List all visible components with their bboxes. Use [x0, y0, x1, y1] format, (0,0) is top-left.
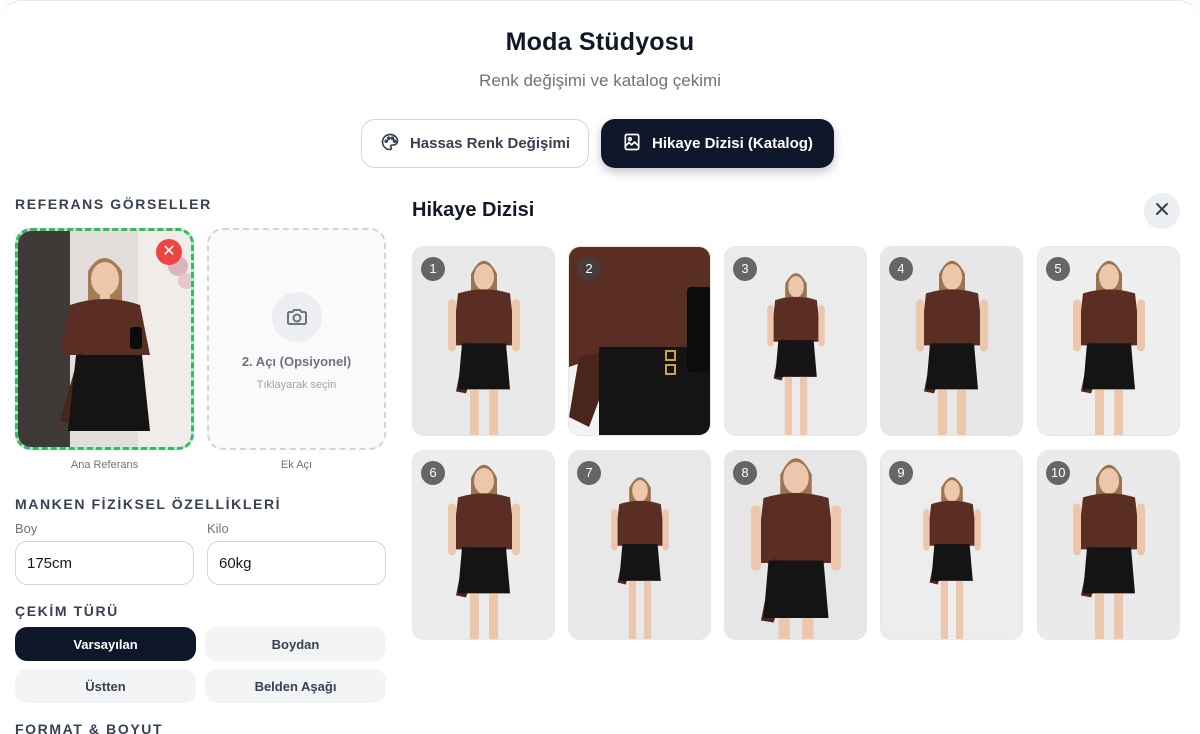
shot-type-section-label: ÇEKİM TÜRÜ [15, 603, 119, 619]
references-section-label: REFERANS GÖRSELLER [15, 196, 212, 212]
extra-angle-caption: Ek Açı [280, 459, 313, 471]
remove-reference-button[interactable]: ✕ [156, 239, 182, 265]
page-title: Moda Stüdyosu [505, 28, 695, 56]
thumbnail-number-badge: 8 [733, 461, 757, 485]
image-gallery-icon [622, 132, 642, 156]
page-subtitle: Renk değişimi ve katalog çekimi [479, 71, 721, 90]
thumbnail-number-badge: 2 [577, 257, 601, 281]
story-thumbnail[interactable]: 2 [568, 246, 711, 436]
story-thumbnail[interactable]: 3 [724, 246, 867, 436]
thumbnail-number-badge: 4 [889, 257, 913, 281]
story-thumbnail[interactable]: 9 [880, 450, 1023, 640]
format-section-label: FORMAT & BOYUT [15, 721, 164, 734]
shot-waist-down-button[interactable]: Belden Aşağı [205, 669, 386, 703]
story-thumbnail[interactable]: 7 [568, 450, 711, 640]
thumbnail-number-badge: 9 [889, 461, 913, 485]
tab-label: Hikaye Dizisi (Katalog) [652, 135, 813, 152]
story-thumbnail[interactable]: 4 [880, 246, 1023, 436]
camera-icon [271, 291, 322, 342]
main-reference-caption: Ana Referans [70, 459, 139, 471]
thumbnail-number-badge: 3 [733, 257, 757, 281]
extra-angle-hint: Tıklayarak seçin [256, 378, 337, 391]
tab-story-catalog[interactable]: Hikaye Dizisi (Katalog) [601, 119, 834, 168]
story-thumbnail[interactable]: 5 [1037, 246, 1180, 436]
thumbnail-number-badge: 1 [421, 257, 445, 281]
palette-icon [380, 132, 400, 156]
height-input[interactable] [15, 541, 194, 585]
shot-full-body-button[interactable]: Boydan [205, 627, 386, 661]
weight-label: Kilo [207, 521, 229, 536]
shot-top-button[interactable]: Üstten [15, 669, 196, 703]
extra-angle-upload[interactable]: 2. Açı (Opsiyonel) Tıklayarak seçin [207, 228, 386, 450]
story-title: Hikaye Dizisi [412, 199, 535, 221]
story-thumbnail[interactable]: 10 [1037, 450, 1180, 640]
weight-input[interactable] [207, 541, 386, 585]
close-button[interactable] [1144, 193, 1180, 229]
height-label: Boy [15, 521, 38, 536]
tab-label: Hassas Renk Değişimi [409, 135, 571, 152]
physical-section-label: MANKEN FİZİKSEL ÖZELLİKLERİ [15, 496, 282, 512]
story-thumbnail[interactable]: 6 [412, 450, 555, 640]
thumbnail-number-badge: 7 [577, 461, 601, 485]
close-icon [1155, 202, 1169, 221]
tab-color-change[interactable]: Hassas Renk Değişimi [361, 119, 589, 168]
shot-default-button[interactable]: Varsayılan [15, 627, 196, 661]
extra-angle-title: 2. Açı (Opsiyonel) [241, 353, 352, 369]
main-reference-image[interactable]: ✕ [15, 228, 194, 450]
thumbnail-number-badge: 6 [421, 461, 445, 485]
story-thumbnail[interactable]: 1 [412, 246, 555, 436]
story-thumbnail[interactable]: 8 [724, 450, 867, 640]
thumbnail-number-badge: 5 [1046, 257, 1070, 281]
